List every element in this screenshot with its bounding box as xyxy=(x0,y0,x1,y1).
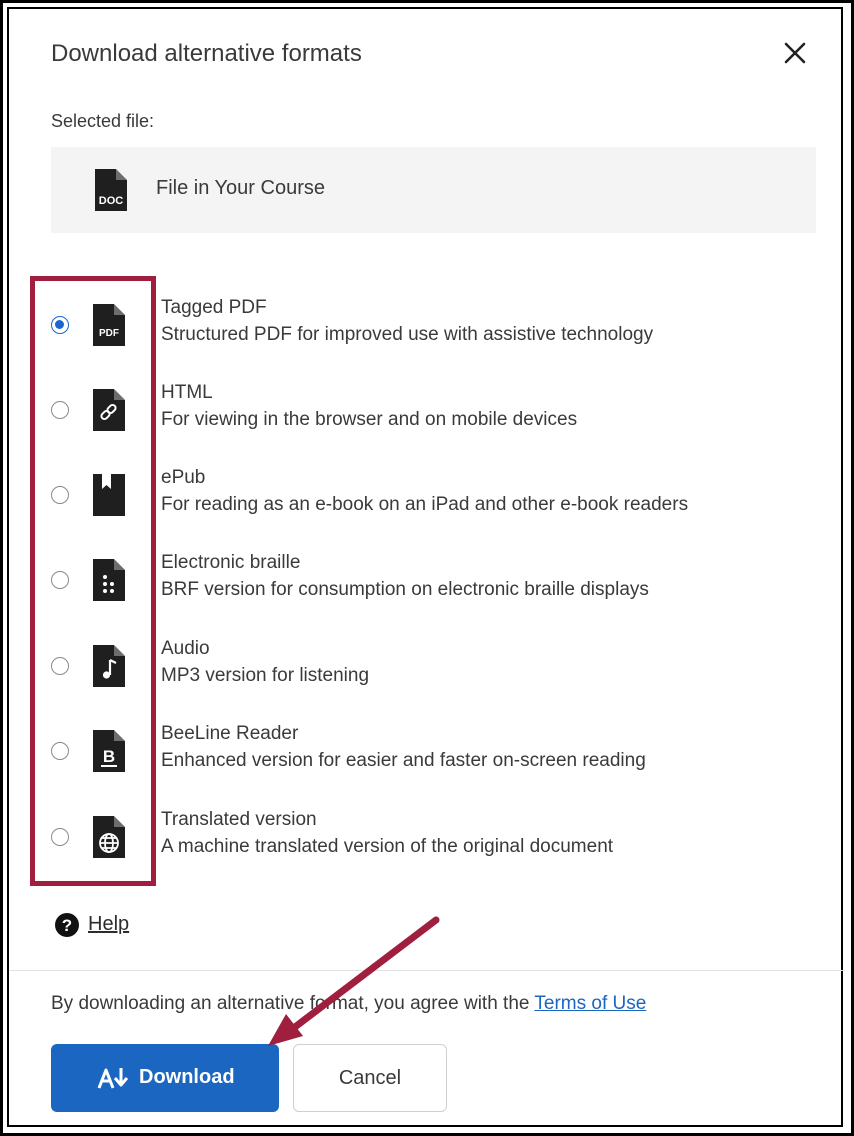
terms-notice: By downloading an alternative format, yo… xyxy=(51,993,646,1015)
footer-divider xyxy=(9,970,845,971)
format-option-audio[interactable]: Audio MP3 version for listening xyxy=(51,634,791,706)
accessible-download-icon xyxy=(97,1068,129,1089)
selected-file-name: File in Your Course xyxy=(156,177,325,199)
format-description: MP3 version for listening xyxy=(161,665,370,686)
cancel-button-label: Cancel xyxy=(338,1067,402,1089)
close-button[interactable] xyxy=(778,36,812,70)
doc-icon-text: DOC xyxy=(99,195,124,207)
selected-file-label: Selected file: xyxy=(51,111,155,131)
question-circle-icon: ? xyxy=(55,913,79,937)
dialog-title: Download alternative formats xyxy=(51,40,362,67)
format-title: Translated version xyxy=(161,809,317,830)
format-option-beeline[interactable]: B BeeLine Reader Enhanced version for ea… xyxy=(51,719,791,791)
help-label[interactable]: Help xyxy=(88,913,129,936)
terms-of-use-link[interactable]: Terms of Use xyxy=(534,993,646,1014)
format-option-translated[interactable]: Translated version A machine translated … xyxy=(51,805,791,877)
format-option-braille[interactable]: Electronic braille BRF version for consu… xyxy=(51,548,791,620)
options-highlight-box xyxy=(30,276,156,886)
format-title: ePub xyxy=(161,467,206,488)
format-option-html[interactable]: HTML For viewing in the browser and on m… xyxy=(51,378,791,450)
svg-text:?: ? xyxy=(62,916,72,935)
terms-text: By downloading an alternative format, yo… xyxy=(51,993,535,1014)
doc-file-icon: DOC xyxy=(95,169,127,211)
format-description: BRF version for consumption on electroni… xyxy=(161,579,649,600)
format-description: Enhanced version for easier and faster o… xyxy=(161,750,646,771)
format-description: Structured PDF for improved use with ass… xyxy=(161,324,654,345)
format-title: HTML xyxy=(161,382,213,403)
format-description: A machine translated version of the orig… xyxy=(161,836,614,857)
cancel-button[interactable]: Cancel xyxy=(293,1044,447,1112)
format-title: Audio xyxy=(161,638,210,659)
download-button-label: Download xyxy=(139,1066,235,1088)
format-description: For viewing in the browser and on mobile… xyxy=(161,409,578,430)
format-title: BeeLine Reader xyxy=(161,723,299,744)
format-title: Electronic braille xyxy=(161,552,301,573)
format-option-epub[interactable]: ePub For reading as an e-book on an iPad… xyxy=(51,463,791,535)
format-title: Tagged PDF xyxy=(161,297,267,318)
format-description: For reading as an e-book on an iPad and … xyxy=(161,494,689,515)
format-option-tagged-pdf[interactable]: PDF Tagged PDF Structured PDF for improv… xyxy=(51,293,791,365)
close-icon xyxy=(784,42,806,64)
download-button[interactable]: Download xyxy=(51,1044,279,1112)
selected-file-box: DOC File in Your Course xyxy=(51,147,816,233)
